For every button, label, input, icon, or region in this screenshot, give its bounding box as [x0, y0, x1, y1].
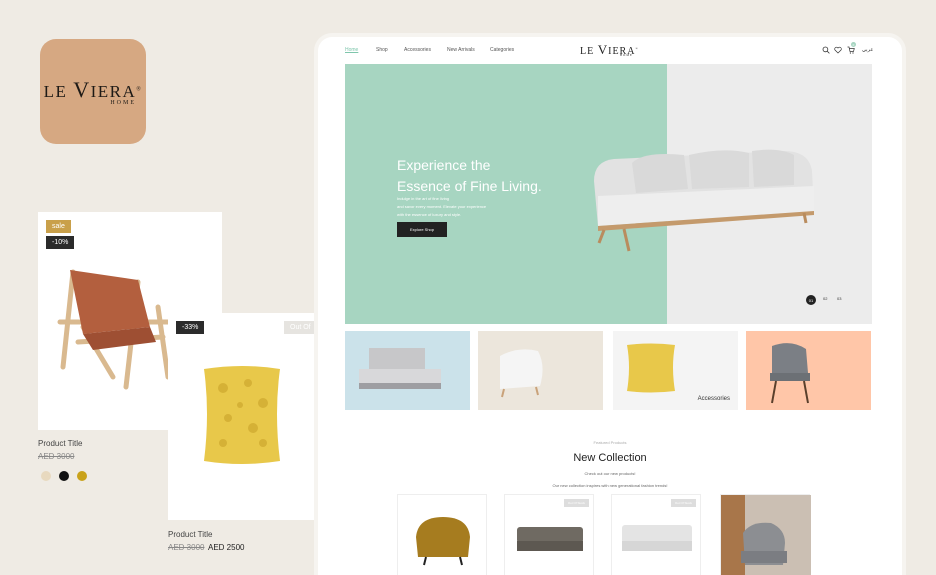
nav-home[interactable]: Home [345, 47, 358, 53]
white-sofa-image [622, 525, 692, 551]
chair-image [770, 343, 810, 404]
featured-product-card[interactable] [720, 494, 811, 575]
cart-icon[interactable] [847, 46, 855, 54]
sale-price: AED 2500 [208, 543, 245, 552]
featured-description: Our new collection inspires with new gen… [552, 483, 668, 488]
color-swatch-black[interactable] [59, 471, 69, 481]
old-price: AED 3000 [168, 543, 205, 552]
product-title[interactable]: Product Title [38, 439, 82, 448]
featured-subtitle: Check out our new products! [584, 471, 636, 476]
heart-icon[interactable] [834, 46, 842, 54]
old-price: AED 3000 [38, 452, 75, 461]
hero-subtitle: Indulge in the art of fine living and sa… [397, 196, 487, 217]
cart-count-badge: 0 [851, 42, 856, 47]
out-of-stock-badge: Out Of Stock [563, 499, 589, 507]
product-title[interactable]: Product Title [168, 530, 212, 539]
grey-sofa-image [517, 527, 583, 551]
sofa-image [594, 149, 814, 252]
top-navigation: Home Shop Accessories New Arrivals Categ… [318, 37, 902, 63]
pillow-image [204, 366, 280, 464]
category-tile-chairs[interactable] [746, 331, 871, 410]
nav-new-arrivals[interactable]: New Arrivals [447, 47, 475, 53]
website-preview: Home Shop Accessories New Arrivals Categ… [318, 37, 902, 575]
color-swatch-cream[interactable] [41, 471, 51, 481]
nav-categories[interactable]: Categories [490, 47, 514, 53]
slide-dot-2[interactable]: 02 [823, 296, 827, 301]
language-switch[interactable]: عربي [862, 47, 873, 53]
nav-shop[interactable]: Shop [376, 47, 388, 53]
hero-title: Experience the Essence of Fine Living. [397, 157, 542, 194]
grey-armchair-room-image [721, 495, 811, 575]
logo-subtitle: HOME [110, 100, 136, 106]
explore-shop-button[interactable]: Explore Shop [397, 222, 447, 237]
color-swatch-gold[interactable] [77, 471, 87, 481]
out-of-stock-badge: Out Of Stock [670, 499, 696, 507]
slide-dot-1[interactable]: 01 [806, 295, 816, 305]
mustard-armchair-image [416, 517, 470, 566]
bed-image [359, 348, 441, 389]
search-icon[interactable] [822, 46, 830, 54]
slide-dot-3[interactable]: 03 [837, 296, 841, 301]
armchair-image [500, 349, 543, 398]
featured-product-card[interactable] [397, 494, 487, 575]
nav-accessories[interactable]: Accessories [404, 47, 431, 53]
featured-product-card[interactable]: Out Of Stock [611, 494, 701, 575]
category-tile-beds[interactable] [345, 331, 470, 410]
category-tile-accessories[interactable]: Accessories [613, 331, 738, 410]
featured-product-card[interactable]: Out Of Stock [504, 494, 594, 575]
featured-title: New Collection [573, 452, 647, 464]
category-tile-armchairs[interactable] [478, 331, 603, 410]
featured-label: Featured Products [593, 440, 627, 445]
site-brand-subtitle: HOME [620, 53, 633, 57]
app-logo-tile: LE VIERA® HOME [40, 39, 146, 144]
category-label: Accessories [697, 396, 730, 402]
product-card-pillow[interactable]: -33% Out Of [168, 313, 318, 520]
